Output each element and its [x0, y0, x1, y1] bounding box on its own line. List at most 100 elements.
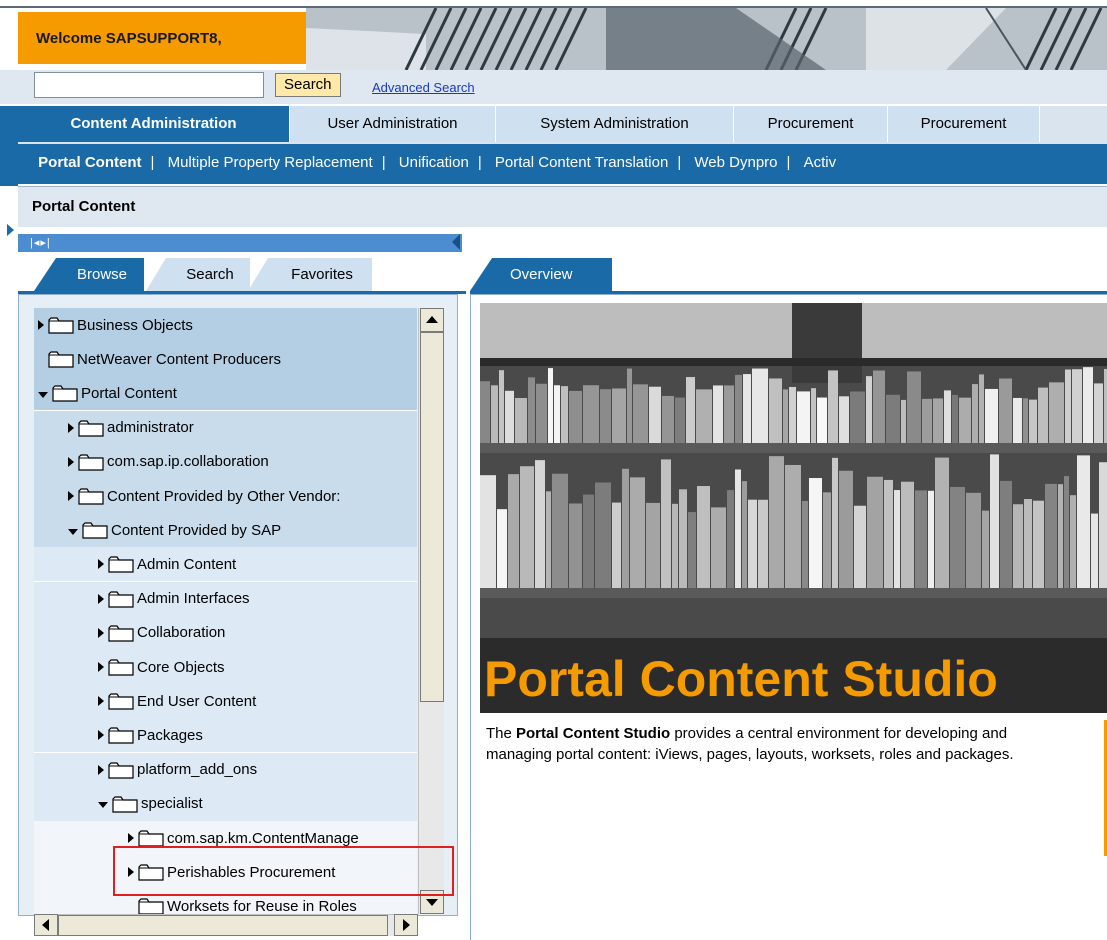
tree-item[interactable]: Admin Content	[34, 547, 417, 582]
subnav-portal-content[interactable]: Portal Content	[38, 144, 141, 182]
tree-item[interactable]: Content Provided by SAP	[34, 513, 417, 548]
tree-item[interactable]: Core Objects	[34, 650, 417, 684]
expand-arrow-right-icon[interactable]	[68, 456, 74, 467]
page-title: Portal Content	[18, 187, 1107, 227]
tab-content-administration[interactable]: Content Administration	[18, 106, 290, 142]
folder-icon	[108, 761, 134, 779]
tree-item-label: com.sap.ip.collaboration	[107, 453, 269, 471]
expand-arrow-right-icon[interactable]	[98, 593, 104, 604]
tree-item[interactable]: End User Content	[34, 684, 417, 719]
tree-item[interactable]: Content Provided by Other Vendor:	[34, 479, 417, 513]
folder-icon	[48, 317, 74, 334]
scroll-up-icon[interactable]	[420, 308, 444, 332]
tree-item-label: platform_add_ons	[137, 761, 258, 779]
folder-icon	[48, 351, 74, 368]
welcome-banner: Welcome SAPSUPPORT8,	[18, 12, 306, 64]
tree-item-label: Admin Interfaces	[137, 590, 250, 608]
folder-icon	[138, 898, 164, 914]
tree-item[interactable]: Packages	[34, 718, 417, 753]
expand-arrow-down-icon[interactable]	[68, 528, 78, 535]
folder-icon	[108, 693, 134, 710]
folder-icon	[108, 625, 134, 642]
tree-item[interactable]: specialist	[34, 786, 417, 821]
expand-arrow-right-icon[interactable]	[128, 833, 134, 843]
tree-item-label: End User Content	[137, 692, 257, 710]
portal-content-tree: Business Objects NetWeaver Content Produc…	[34, 308, 417, 914]
folder-icon	[108, 727, 134, 744]
tree-item[interactable]: NetWeaver Content Producers	[34, 342, 417, 377]
tree-item[interactable]: Portal Content	[34, 376, 417, 411]
folder-icon	[108, 590, 134, 608]
tree-item-label: Worksets for Reuse in Roles	[167, 897, 357, 914]
expand-arrow-right-icon[interactable]	[98, 764, 104, 775]
expand-arrow-down-icon[interactable]	[98, 802, 108, 809]
tree-item[interactable]: Collaboration	[34, 615, 417, 650]
folder-icon	[52, 385, 78, 402]
tree-item-label: Portal Content	[81, 384, 177, 402]
folder-icon	[78, 488, 104, 505]
splitter-bar[interactable]	[18, 234, 462, 252]
tree-item[interactable]: com.sap.ip.collaboration	[34, 444, 417, 479]
tree-item[interactable]: Admin Interfaces	[34, 581, 417, 616]
tree-item-label: Admin Content	[137, 555, 237, 573]
tab-system-administration[interactable]: System Administration	[496, 106, 734, 142]
subnav-unification[interactable]: Unification	[399, 144, 469, 182]
tree-item-label: Core Objects	[137, 658, 225, 676]
subnav-activ[interactable]: Activ	[804, 144, 837, 182]
scroll-left-icon[interactable]	[34, 914, 58, 936]
advanced-search-link[interactable]: Advanced Search	[372, 80, 475, 95]
search-button[interactable]: Search	[275, 73, 341, 97]
tree-item-label: Content Provided by SAP	[111, 521, 282, 539]
tree-item-label: NetWeaver Content Producers	[77, 350, 281, 368]
tab-favorites[interactable]: Favorites	[248, 258, 372, 291]
desc-prefix: The	[486, 725, 517, 742]
tree-item-label: Collaboration	[137, 624, 226, 642]
expand-arrow-right-icon[interactable]	[68, 491, 74, 501]
subnav-multiple-property-replacement[interactable]: Multiple Property Replacement	[168, 144, 373, 182]
tab-user-administration[interactable]: User Administration	[290, 106, 496, 142]
tab-procurement-2[interactable]: Procurement	[888, 106, 1040, 142]
splitter-controls-icon[interactable]: |◂▸|	[30, 236, 51, 249]
tree-item[interactable]: platform_add_ons	[34, 752, 417, 787]
horizontal-scroll-thumb[interactable]	[58, 915, 388, 936]
tree-item-label: Content Provided by Other Vendor:	[107, 487, 341, 505]
banner-graphic	[306, 8, 1107, 70]
scroll-right-icon[interactable]	[394, 914, 418, 936]
highlight-box	[113, 846, 454, 896]
expand-arrow-right-icon[interactable]	[38, 320, 44, 330]
header-banner-image	[306, 8, 1107, 70]
expand-arrow-right-icon[interactable]	[98, 627, 104, 638]
hero-title: Portal Content Studio	[484, 651, 998, 707]
collapse-panel-icon[interactable]	[452, 234, 460, 250]
tree-item[interactable]: Business Objects	[34, 308, 417, 342]
expand-arrow-down-icon[interactable]	[38, 391, 48, 398]
vertical-scroll-thumb[interactable]	[420, 332, 444, 702]
expand-arrow-right-icon[interactable]	[98, 696, 104, 707]
subnav-web-dynpro[interactable]: Web Dynpro	[694, 144, 777, 182]
expand-arrow-right-icon[interactable]	[98, 559, 104, 570]
folder-icon	[78, 454, 104, 471]
expand-arrow-right-icon[interactable]	[98, 730, 104, 741]
tree-item-label: Business Objects	[77, 316, 193, 334]
tree-item[interactable]: administrator	[34, 410, 417, 445]
collapse-left-icon[interactable]	[7, 224, 14, 236]
nav-left-edge	[0, 106, 18, 186]
expand-arrow-right-icon[interactable]	[68, 422, 74, 433]
desc-bold: Portal Content Studio	[516, 725, 671, 742]
subnav-portal-content-translation[interactable]: Portal Content Translation	[495, 144, 668, 182]
folder-icon	[82, 522, 108, 539]
tree-item-label: Packages	[137, 726, 203, 744]
search-input[interactable]	[34, 72, 264, 98]
tree-item-label: administrator	[107, 419, 194, 437]
folder-icon	[78, 419, 104, 437]
sub-navigation: Portal Content | Multiple Property Replac…	[18, 144, 1107, 184]
left-panel-tabs: Browse Search Favorites	[18, 258, 466, 292]
tab-procurement-1[interactable]: Procurement	[734, 106, 888, 142]
tab-browse[interactable]: Browse	[34, 258, 144, 291]
folder-icon	[138, 830, 164, 847]
tab-search[interactable]: Search	[146, 258, 250, 291]
tab-overview[interactable]: Overview	[470, 258, 612, 291]
folder-icon	[108, 659, 134, 676]
folder-icon	[112, 796, 138, 813]
expand-arrow-right-icon[interactable]	[98, 662, 104, 672]
